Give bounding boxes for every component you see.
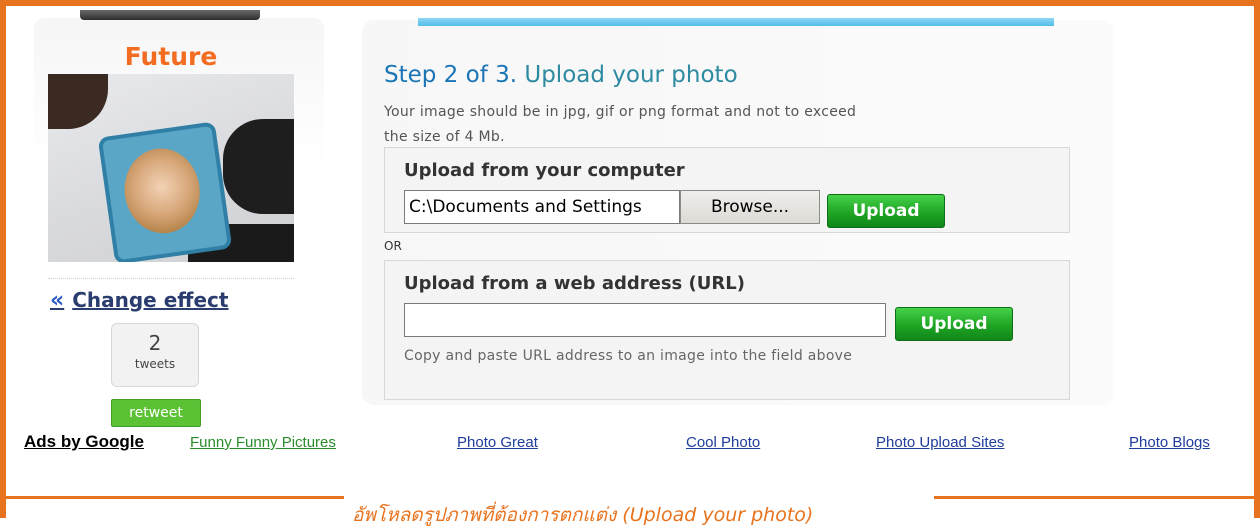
preview-arm-shape xyxy=(48,74,108,129)
description-line: Your image should be in jpg, gif or png … xyxy=(384,104,857,120)
preview-face-shape xyxy=(119,143,206,239)
change-effect-link[interactable]: « Change effect xyxy=(50,288,228,313)
ad-link[interactable]: Cool Photo xyxy=(686,434,760,451)
effect-preview-image xyxy=(48,74,294,262)
upload-panel-topbar xyxy=(418,18,1054,26)
caption-line-right xyxy=(934,496,1254,499)
ad-link[interactable]: Photo Great xyxy=(457,434,538,451)
or-separator: OR xyxy=(384,239,402,253)
effect-panel-topbar xyxy=(80,10,260,20)
upload-url-button[interactable]: Upload xyxy=(895,307,1013,341)
effect-divider xyxy=(48,278,294,280)
ads-by-google-link[interactable]: Ads by Google xyxy=(24,432,144,452)
preview-arm-shape xyxy=(223,119,294,214)
effect-title: Future xyxy=(124,42,218,71)
ad-link[interactable]: Photo Upload Sites xyxy=(876,434,1004,451)
tweet-count-box: 2 tweets xyxy=(111,323,199,387)
step-indicator: Step 2 of 3. xyxy=(384,62,518,88)
step-heading: Upload your photo xyxy=(524,62,738,88)
figure-caption: อัพโหลดรูปภาพที่ต้องการตกแต่ง (Upload yo… xyxy=(352,504,814,526)
step-title: Step 2 of 3. Upload your photo xyxy=(384,62,738,88)
url-hint: Copy and paste URL address to an image i… xyxy=(404,348,853,364)
preview-frame-shape xyxy=(97,121,233,262)
step-description: Your image should be in jpg, gif or png … xyxy=(384,100,1064,150)
caption-line-left xyxy=(6,496,344,499)
change-effect-label: Change effect xyxy=(72,288,229,312)
retweet-button[interactable]: retweet xyxy=(111,399,201,427)
url-input[interactable] xyxy=(404,303,886,337)
file-path-input[interactable]: C:\Documents and Settings xyxy=(404,190,680,224)
ad-link[interactable]: Photo Blogs xyxy=(1129,434,1210,451)
tweet-count: 2 xyxy=(148,331,162,355)
upload-file-button[interactable]: Upload xyxy=(827,194,945,228)
browse-button[interactable]: Browse... xyxy=(680,190,820,224)
chevron-left-icon: « xyxy=(50,288,65,313)
upload-url-heading: Upload from a web address (URL) xyxy=(404,273,745,294)
tweet-count-label: tweets xyxy=(134,357,176,371)
upload-computer-heading: Upload from your computer xyxy=(404,160,685,181)
ads-row: Ads by Google Funny Funny Pictures Photo… xyxy=(0,432,1260,454)
ad-link[interactable]: Funny Funny Pictures xyxy=(190,434,336,451)
